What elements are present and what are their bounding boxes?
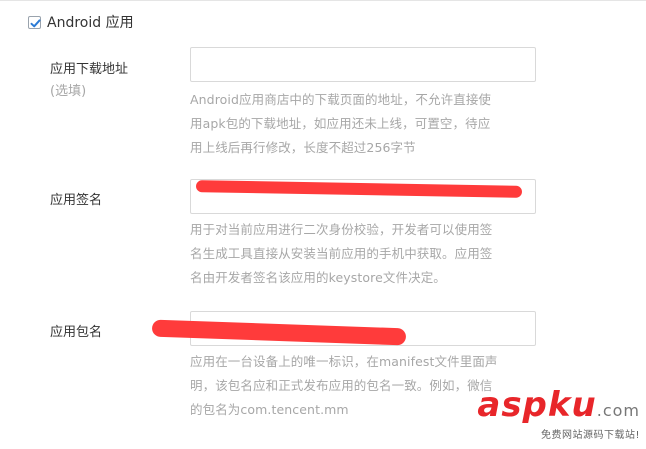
check-icon xyxy=(30,18,41,27)
signature-label: 应用签名 xyxy=(50,193,103,208)
help-line: 名由开发者签名该应用的keystore文件决定。 xyxy=(190,270,446,285)
help-line: Android应用商店中的下载页面的地址，不允许直接使 xyxy=(190,92,492,107)
site-watermark: aspku.com 免费网站源码下载站! xyxy=(477,388,640,441)
watermark-logo: aspku.com xyxy=(477,388,640,428)
android-checkbox-label: Android 应用 xyxy=(47,15,134,31)
download-url-optional-hint: (选填) xyxy=(50,84,87,99)
download-url-label: 应用下载地址 xyxy=(50,62,129,77)
watermark-asp: asp xyxy=(477,385,548,425)
watermark-tagline: 免费网站源码下载站! xyxy=(540,430,640,441)
download-url-help: Android应用商店中的下载页面的地址，不允许直接使 用apk包的下载地址，如… xyxy=(190,88,536,160)
help-line: 用上线后再行修改，长度不超过256字节 xyxy=(190,140,416,155)
help-line: 名生成工具直接从安装当前应用的手机中获取。应用签 xyxy=(190,246,493,261)
help-line: 用apk包的下载地址，如应用还未上线，可置空，待应 xyxy=(190,116,491,131)
help-line: 用于对当前应用进行二次身份校验，开发者可以使用签 xyxy=(190,222,493,237)
download-url-input[interactable] xyxy=(190,47,536,82)
signature-help: 用于对当前应用进行二次身份校验，开发者可以使用签 名生成工具直接从安装当前应用的… xyxy=(190,218,536,290)
app-settings-page: Android 应用 应用下载地址 (选填) Android应用商店中的下载页面… xyxy=(0,0,646,449)
android-checkbox[interactable] xyxy=(28,15,41,29)
top-divider xyxy=(0,0,646,1)
package-name-label: 应用包名 xyxy=(50,325,103,340)
help-line: 应用在一台设备上的唯一标识，在manifest文件里面声 xyxy=(190,354,498,369)
android-platform-toggle[interactable]: Android 应用 xyxy=(28,12,134,32)
watermark-ku: ku xyxy=(547,385,597,425)
watermark-dotcom: .com xyxy=(596,401,640,420)
